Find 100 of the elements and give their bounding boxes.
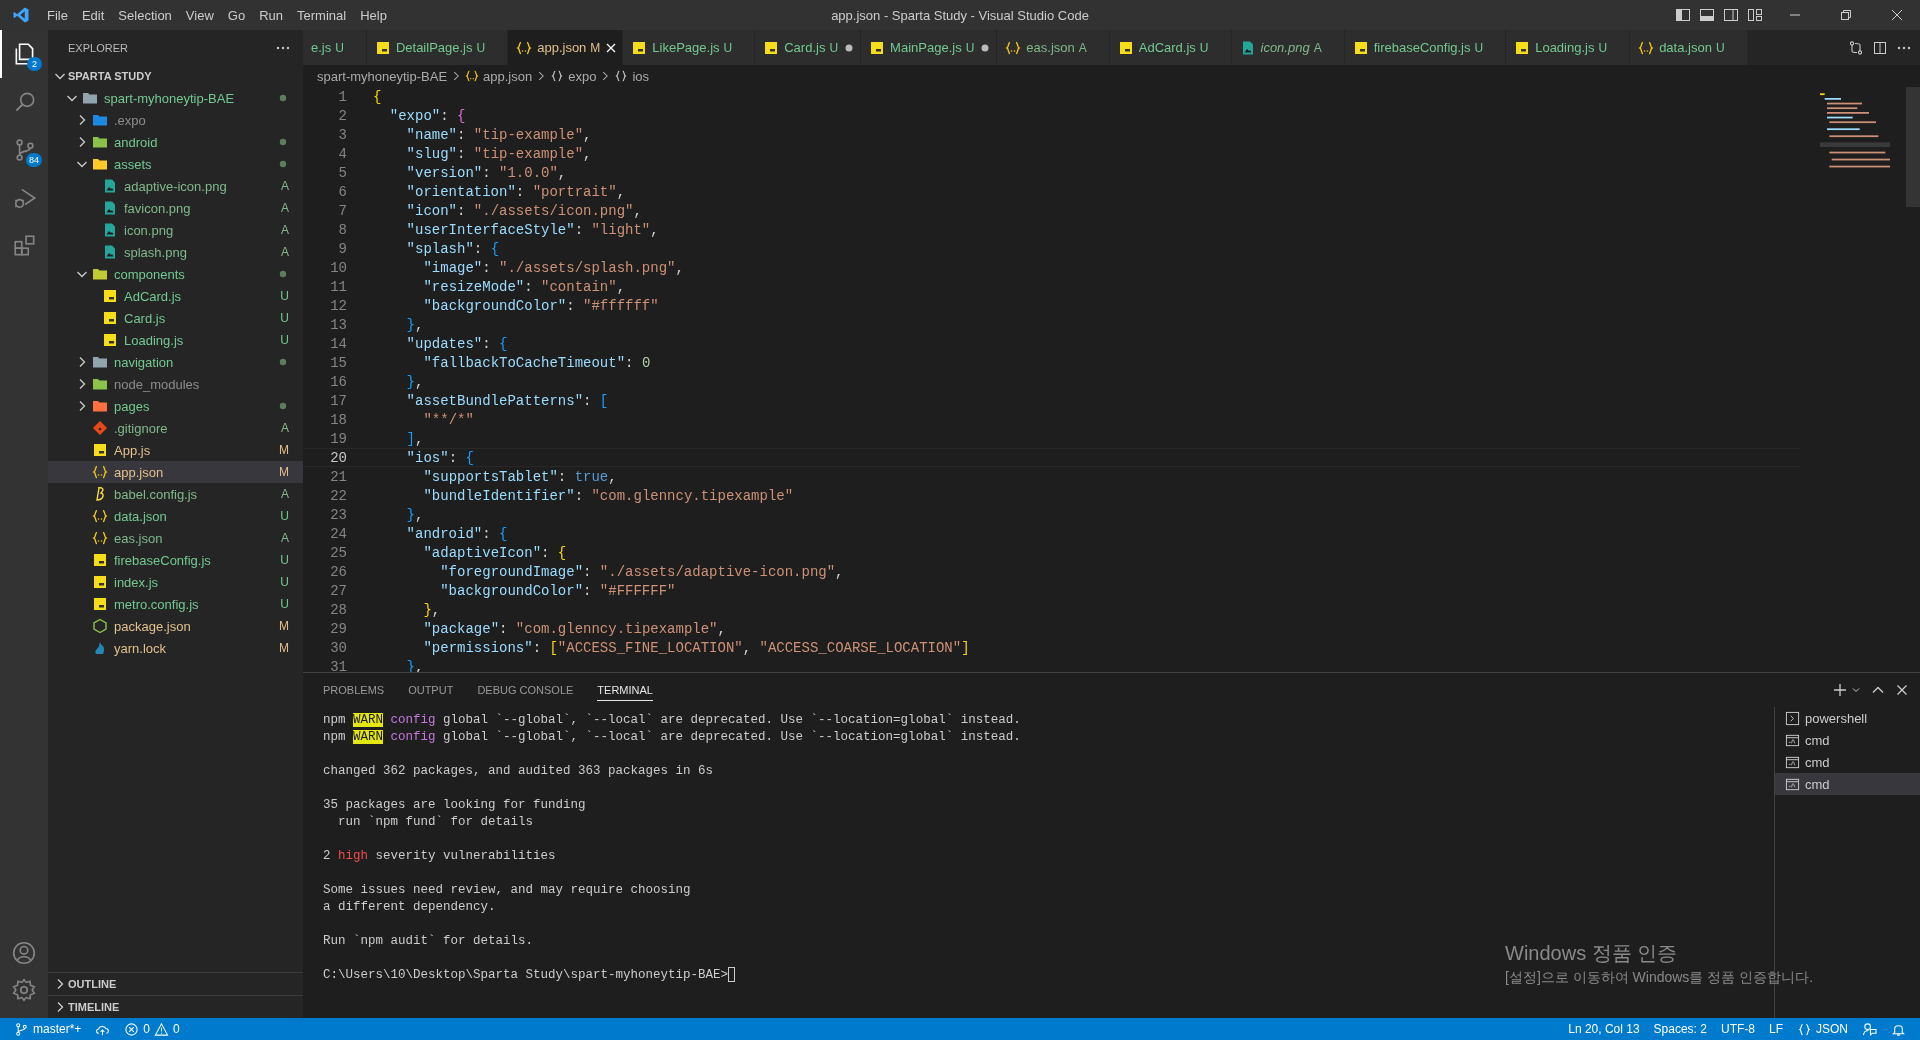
line-number: 4 <box>337 145 348 162</box>
tree-item[interactable]: node_modules <box>48 373 303 395</box>
editor-tab[interactable]: app.json M <box>508 30 624 65</box>
tree-item[interactable]: spart-myhoneytip-BAE <box>48 87 303 109</box>
editor-tab[interactable]: DetailPage.js U <box>366 30 509 65</box>
indentation-status[interactable]: Spaces: 2 <box>1653 1022 1707 1036</box>
code-line: "assetBundlePatterns": [ <box>405 392 609 409</box>
code-line: }, <box>422 601 441 618</box>
cursor-position[interactable]: Ln 20, Col 13 <box>1568 1022 1640 1036</box>
tree-item[interactable]: package.json M <box>48 615 303 637</box>
new-terminal-icon[interactable] <box>1832 682 1848 698</box>
breadcrumb-item[interactable]: spart-myhoneytip-BAE <box>317 68 448 84</box>
tree-item[interactable]: eas.json A <box>48 527 303 549</box>
js-file-icon <box>1514 39 1531 56</box>
tree-item[interactable]: navigation <box>48 351 303 373</box>
tree-item[interactable]: babel.config.js A <box>48 483 303 505</box>
terminal-list-item[interactable]: cmd <box>1775 773 1920 795</box>
tree-item[interactable]: splash.png A <box>48 241 303 263</box>
line-number: 9 <box>337 240 348 257</box>
tree-item[interactable]: .gitignore A <box>48 417 303 439</box>
panel-layout-icon[interactable] <box>1699 7 1715 23</box>
panel-tab[interactable]: PROBLEMS <box>323 679 385 701</box>
editor-tab[interactable]: e.js U <box>303 30 367 65</box>
tree-item[interactable]: icon.png A <box>48 219 303 241</box>
tree-item[interactable]: firebaseConfig.js U <box>48 549 303 571</box>
tree-item[interactable]: data.json U <box>48 505 303 527</box>
editor-tab[interactable]: MainPage.js U <box>861 30 998 65</box>
git-status-letter: A <box>281 487 289 501</box>
js-file-icon <box>92 552 108 568</box>
tree-item[interactable]: components <box>48 263 303 285</box>
tree-item[interactable]: yarn.lock M <box>48 637 303 659</box>
error-icon <box>124 1021 140 1037</box>
split-layout-icon[interactable] <box>1723 7 1739 23</box>
line-number: 11 <box>329 278 348 295</box>
tree-item[interactable]: pages <box>48 395 303 417</box>
editor-tab[interactable]: firebaseConfig.js U <box>1344 30 1507 65</box>
section-header[interactable]: SPARTA STUDY <box>48 65 303 87</box>
feedback-icon[interactable] <box>1862 1021 1877 1037</box>
tree-item[interactable]: metro.config.js U <box>48 593 303 615</box>
compare-changes-icon[interactable] <box>1848 39 1864 56</box>
terminal-list-item[interactable]: cmd <box>1775 751 1920 773</box>
editor-tab[interactable]: AdCard.js U <box>1109 30 1232 65</box>
menu-item[interactable]: Selection <box>111 5 179 25</box>
git-status-letter: A <box>281 531 289 545</box>
tree-item[interactable]: AdCard.js U <box>48 285 303 307</box>
encoding-status[interactable]: UTF-8 <box>1720 1022 1755 1036</box>
js-file-icon <box>92 596 108 612</box>
line-number: 27 <box>329 582 348 599</box>
terminal-list-item[interactable]: cmd <box>1775 729 1920 751</box>
count-badge: 2 <box>27 57 42 71</box>
breadcrumb-item[interactable]: app.json <box>465 68 533 84</box>
menu-item[interactable]: Run <box>252 5 290 25</box>
panel-tab[interactable]: OUTPUT <box>408 679 454 701</box>
line-number: 25 <box>329 544 348 561</box>
menu-item[interactable]: Terminal <box>290 5 354 25</box>
source-control-activity-button[interactable]: 84 <box>0 126 48 174</box>
editor-tab[interactable]: icon.png A <box>1231 30 1345 65</box>
split-editor-icon[interactable] <box>1872 39 1888 56</box>
branch-status[interactable]: master*+ <box>14 1021 82 1037</box>
tree-item[interactable]: index.js U <box>48 571 303 593</box>
line-number: 22 <box>329 487 348 504</box>
tree-item[interactable]: .expo <box>48 109 303 131</box>
breadcrumb-item[interactable]: ios <box>614 68 650 84</box>
menu-item[interactable]: Help <box>353 5 394 25</box>
tree-item[interactable]: adaptive-icon.png A <box>48 175 303 197</box>
panel-tab[interactable]: DEBUG CONSOLE <box>477 679 574 701</box>
console-window-icon <box>1785 776 1800 792</box>
tree-item[interactable]: App.js M <box>48 439 303 461</box>
tree-item[interactable]: android <box>48 131 303 153</box>
editor-tab[interactable]: LikePage.js U <box>623 30 756 65</box>
close-icon[interactable] <box>1889 7 1905 23</box>
panel-tab[interactable]: TERMINAL <box>597 679 653 701</box>
language-mode[interactable]: JSON <box>1797 1021 1848 1037</box>
grid-layout-icon[interactable] <box>1747 7 1763 23</box>
line-number: 16 <box>329 373 348 390</box>
editor-tab[interactable]: eas.json A <box>997 30 1110 65</box>
section-header[interactable]: OUTLINE <box>48 972 303 995</box>
tree-item[interactable]: Card.js U <box>48 307 303 329</box>
account-icon[interactable] <box>11 940 37 966</box>
menu-item[interactable]: View <box>178 5 221 25</box>
line-ending-status[interactable]: LF <box>1768 1022 1783 1036</box>
tree-item[interactable]: assets <box>48 153 303 175</box>
editor-tab[interactable]: Loading.js U <box>1506 30 1631 65</box>
terminal-list-item[interactable]: powershell <box>1775 707 1920 729</box>
breadcrumb-item[interactable]: expo <box>550 68 597 84</box>
folder-icon <box>92 134 108 150</box>
editor-tab[interactable]: Card.js U <box>755 30 862 65</box>
menu-item[interactable]: Go <box>220 5 253 25</box>
tree-item[interactable]: app.json M <box>48 461 303 483</box>
git-status-letter: U <box>280 553 289 567</box>
tree-item[interactable]: favicon.png A <box>48 197 303 219</box>
problems-status[interactable]: 0 0 <box>124 1021 180 1037</box>
tree-item[interactable]: Loading.js U <box>48 329 303 351</box>
restore-icon[interactable] <box>1838 7 1854 23</box>
sidebar-layout-icon[interactable] <box>1675 7 1691 23</box>
settings-icon[interactable] <box>11 977 37 1003</box>
editor-tab[interactable]: data.json U <box>1630 30 1748 65</box>
menu-item[interactable]: File <box>40 5 75 25</box>
line-number: 12 <box>329 297 348 314</box>
menu-item[interactable]: Edit <box>74 5 112 25</box>
